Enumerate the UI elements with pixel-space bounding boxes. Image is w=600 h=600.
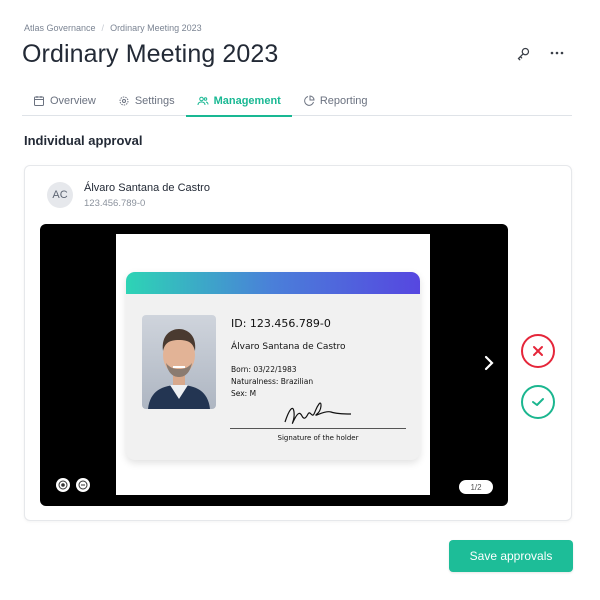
section-title: Individual approval (24, 133, 143, 148)
zoom-in-button[interactable] (56, 478, 70, 492)
chevron-right-icon (484, 355, 494, 371)
signature-icon (284, 402, 352, 424)
avatar: AC (47, 182, 73, 208)
gear-icon (119, 96, 129, 106)
zoom-out-button[interactable] (76, 478, 90, 492)
document-page: ID: 123.456.789-0 Álvaro Santana de Cast… (116, 234, 430, 495)
tab-overview[interactable]: Overview (22, 86, 107, 116)
id-sex: Sex: M (231, 389, 257, 398)
tab-label: Reporting (319, 95, 368, 107)
key-button[interactable] (514, 44, 532, 62)
person-id: 123.456.789-0 (84, 198, 146, 209)
id-naturalness: Naturalness: Brazilian (231, 377, 314, 386)
tab-reporting[interactable]: Reporting (292, 86, 379, 116)
page-indicator: 1/2 (459, 480, 493, 494)
breadcrumb-item-current[interactable]: Ordinary Meeting 2023 (110, 23, 202, 33)
more-horizontal-icon (550, 51, 564, 55)
check-icon (532, 398, 544, 406)
reject-button[interactable] (521, 334, 555, 368)
users-icon (197, 96, 209, 106)
document-viewer: ID: 123.456.789-0 Álvaro Santana de Cast… (40, 224, 508, 506)
signature-line (230, 428, 406, 429)
id-number: ID: 123.456.789-0 (231, 317, 331, 330)
zoom-controls (56, 478, 90, 492)
tab-settings[interactable]: Settings (107, 86, 186, 116)
approve-button[interactable] (521, 385, 555, 419)
breadcrumb: Atlas Governance / Ordinary Meeting 2023 (24, 23, 202, 33)
more-button[interactable] (548, 44, 566, 62)
header-actions (514, 44, 566, 62)
id-card: ID: 123.456.789-0 Álvaro Santana de Cast… (126, 272, 420, 460)
breadcrumb-item-root[interactable]: Atlas Governance (24, 23, 96, 33)
next-page-button[interactable] (480, 350, 498, 376)
zoom-in-icon (58, 480, 68, 490)
person-name: Álvaro Santana de Castro (84, 182, 210, 194)
id-born: Born: 03/22/1983 (231, 365, 297, 374)
tab-management[interactable]: Management (185, 86, 293, 117)
tab-label: Settings (134, 95, 175, 107)
save-approvals-button[interactable]: Save approvals (449, 540, 573, 572)
approval-card: AC Álvaro Santana de Castro 123.456.789-… (24, 165, 572, 521)
calendar-icon (34, 96, 44, 106)
zoom-out-icon (78, 480, 88, 490)
close-icon (533, 346, 543, 356)
signature-label: Signature of the holder (277, 434, 359, 442)
person-photo-icon (148, 329, 210, 409)
key-icon (517, 47, 529, 60)
id-photo (142, 315, 216, 409)
id-card-header-band (126, 272, 420, 294)
breadcrumb-separator: / (101, 23, 105, 33)
pie-chart-icon (304, 95, 315, 106)
tab-label: Overview (50, 95, 96, 107)
tab-bar: Overview Settings Management Reporting (22, 86, 572, 117)
tab-label: Management (213, 95, 281, 107)
page-title: Ordinary Meeting 2023 (22, 40, 279, 68)
id-name: Álvaro Santana de Castro (231, 342, 346, 352)
